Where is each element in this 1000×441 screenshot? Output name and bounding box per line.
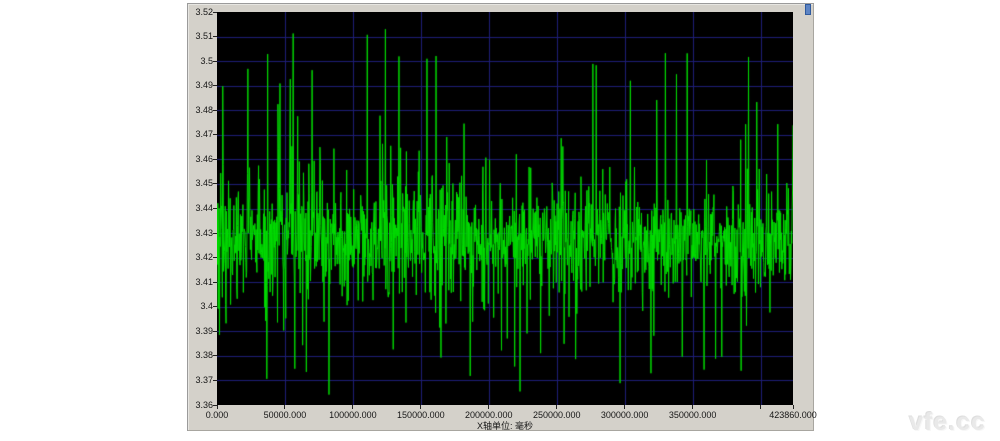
x-tick-mark — [217, 405, 218, 409]
x-tick-mark — [488, 405, 489, 409]
y-tick-label: 3.51 — [188, 31, 213, 42]
y-tick-mark — [213, 380, 217, 381]
x-axis-unit-label: X轴单位: 毫秒 — [217, 419, 793, 432]
y-tick-label: 3.37 — [188, 375, 213, 386]
y-tick-label: 3.36 — [188, 400, 213, 411]
y-tick-mark — [213, 282, 217, 283]
y-tick-label: 3.42 — [188, 252, 213, 263]
x-tick-mark — [793, 405, 794, 409]
scrollbar-thumb[interactable] — [805, 4, 811, 15]
y-tick-label: 3.52 — [188, 7, 213, 18]
y-tick-label: 3.47 — [188, 129, 213, 140]
y-tick-label: 3.45 — [188, 178, 213, 189]
y-tick-label: 3.43 — [188, 228, 213, 239]
x-tick-mark — [760, 405, 761, 409]
y-tick-label: 3.44 — [188, 203, 213, 214]
x-tick-mark — [556, 405, 557, 409]
y-tick-mark — [213, 85, 217, 86]
y-tick-mark — [213, 36, 217, 37]
y-tick-mark — [213, 12, 217, 13]
x-tick-mark — [284, 405, 285, 409]
y-tick-label: 3.5 — [188, 56, 213, 67]
y-tick-mark — [213, 134, 217, 135]
y-tick-label: 3.39 — [188, 326, 213, 337]
y-tick-mark — [213, 306, 217, 307]
screenshot-page: 3.52 3.51 3.5 3.49 3.48 3.47 3.46 3.45 3.44 3.43 3… — [0, 0, 1000, 441]
y-tick-mark — [213, 257, 217, 258]
y-tick-label: 3.46 — [188, 154, 213, 165]
x-tick-mark — [624, 405, 625, 409]
x-tick-mark — [692, 405, 693, 409]
x-tick-mark — [420, 405, 421, 409]
watermark-text: vfe.cc — [909, 408, 986, 437]
x-tick-mark — [352, 405, 353, 409]
y-tick-mark — [213, 61, 217, 62]
y-tick-mark — [213, 208, 217, 209]
y-tick-mark — [213, 110, 217, 111]
y-tick-mark — [213, 183, 217, 184]
plot-area — [217, 12, 793, 405]
y-tick-mark — [213, 233, 217, 234]
y-tick-label: 3.4 — [188, 301, 213, 312]
y-tick-label: 3.48 — [188, 105, 213, 116]
y-tick-mark — [213, 331, 217, 332]
waveform-chart-panel: 3.52 3.51 3.5 3.49 3.48 3.47 3.46 3.45 3.44 3.43 3… — [187, 3, 814, 431]
waveform-canvas — [217, 12, 793, 405]
y-tick-label: 3.38 — [188, 350, 213, 361]
y-tick-mark — [213, 159, 217, 160]
y-tick-mark — [213, 355, 217, 356]
y-tick-label: 3.41 — [188, 277, 213, 288]
y-tick-label: 3.49 — [188, 80, 213, 91]
